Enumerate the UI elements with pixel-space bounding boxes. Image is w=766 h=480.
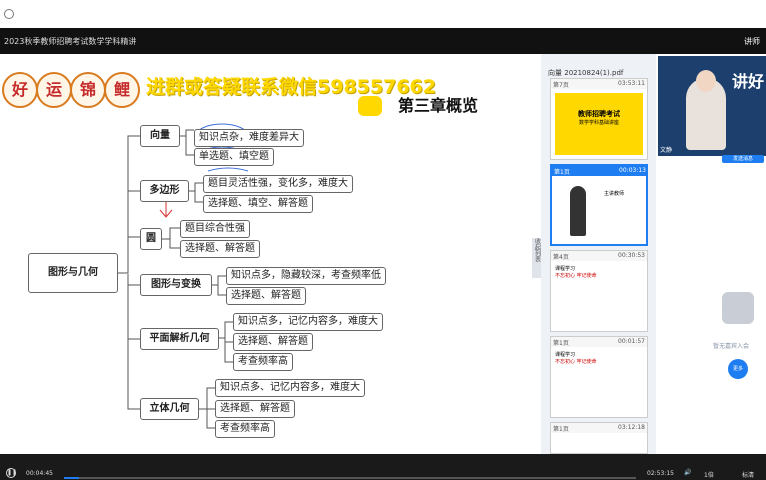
- total-time: 02:53:15: [647, 470, 674, 477]
- category-vector: 向量: [140, 125, 180, 147]
- player-control-bar: ❚❚ 00:04:45 02:53:15 🔊 1倍 标清: [0, 454, 766, 480]
- guest-avatar-placeholder: [722, 292, 754, 324]
- thumb-page-num: 第4页: [553, 254, 569, 261]
- send-message-button[interactable]: 发送消息: [722, 155, 764, 163]
- category-circle: 圆: [140, 228, 162, 250]
- thumb-title: 课程学习: [555, 352, 576, 358]
- leaf-polygon-2: 选择题、填空、解答题: [203, 195, 313, 213]
- speed-selector[interactable]: 1倍: [704, 470, 714, 479]
- video-overlay-text: 讲好: [731, 72, 764, 91]
- thumb-preview: 主讲教师: [556, 180, 642, 240]
- leaf-transform-1: 知识点多，隐藏较深，考查频率低: [226, 267, 386, 285]
- category-transform: 图形与变换: [140, 274, 212, 296]
- volume-icon[interactable]: 🔊: [684, 469, 691, 476]
- thumb-time: 00:30:53: [618, 252, 645, 259]
- category-solid-geometry: 立体几何: [140, 398, 199, 420]
- course-title: 2023秋季教师招聘考试数学学科精讲: [4, 37, 137, 46]
- leaf-solid-3: 考查频率高: [215, 420, 275, 438]
- thumb-page-num: 第7页: [553, 82, 569, 89]
- thumb-page-num: 第1页: [554, 169, 570, 176]
- thumb-time: 03:53:11: [618, 80, 645, 87]
- page-thumbnail[interactable]: 第4页 00:30:53 课程学习 不忘初心 牢记使命: [550, 250, 648, 332]
- teacher-head: [696, 70, 716, 92]
- window-title-bar: 2023秋季教师招聘考试数学学科精讲 讲师: [0, 28, 766, 54]
- leaf-polygon-1: 题目灵活性强，变化多，难度大: [203, 175, 353, 193]
- page-thumbnail[interactable]: 第7页 03:53:11 教师招聘考试 数学学科基础讲座: [550, 78, 648, 160]
- thumb-title: 教师招聘考试: [578, 110, 620, 118]
- leaf-analytic-1: 知识点多，记忆内容多，难度大: [233, 313, 383, 331]
- slide-canvas: 好 运 锦 鲤 进群或答疑联系微信598557662 第三章概览 图形与几何 向…: [0, 54, 540, 454]
- thumb-title: 课程学习: [555, 266, 576, 272]
- page-thumbnail-active[interactable]: 第1页 00:03:13 主讲教师: [550, 164, 648, 246]
- progress-fill: [64, 477, 80, 479]
- teacher-figure: [570, 186, 586, 236]
- thumb-time: 00:01:57: [618, 338, 645, 345]
- thumb-subtitle: 不忘初心 牢记使命: [555, 273, 597, 279]
- thumb-time: 00:03:13: [619, 167, 646, 174]
- thumb-subtitle: 不忘初心 牢记使命: [555, 359, 597, 365]
- no-guest-label: 暂无嘉宾入会: [713, 343, 750, 350]
- file-name: 20210824(1).pdf: [564, 69, 624, 77]
- file-label: 向量: [548, 69, 562, 77]
- thumb-subtitle: 数学学科基础讲座: [578, 120, 619, 126]
- thumb-preview: 课程学习 不忘初心 牢记使命: [555, 265, 643, 327]
- more-button[interactable]: 更多: [728, 359, 748, 379]
- thumb-page-num: 第1页: [553, 340, 569, 347]
- mindmap-root: 图形与几何: [28, 253, 118, 293]
- titlebar-right-label[interactable]: 讲师: [744, 36, 760, 47]
- category-polygon: 多边形: [140, 180, 189, 202]
- leaf-analytic-2: 选择题、解答题: [233, 333, 313, 351]
- leaf-vector-1: 知识点杂，难度差异大: [194, 129, 304, 147]
- thumb-preview: 教师招聘考试 数学学科基础讲座: [555, 93, 643, 155]
- thumb-page-num: 第1页: [553, 426, 569, 433]
- teacher-name: 文静: [660, 147, 673, 154]
- leaf-analytic-3: 考查频率高: [233, 353, 293, 371]
- leaf-solid-1: 知识点多、记忆内容多，难度大: [215, 379, 365, 397]
- leaf-circle-1: 题目综合性强: [180, 220, 250, 238]
- app-icon[interactable]: [4, 9, 14, 19]
- file-header[interactable]: 向量 20210824(1).pdf: [548, 68, 623, 78]
- category-analytic-geometry: 平面解析几何: [140, 328, 219, 350]
- top-bar: [0, 0, 766, 28]
- thumb-title: 主讲教师: [604, 191, 625, 197]
- progress-bar[interactable]: [64, 477, 636, 479]
- quality-selector[interactable]: 标清: [742, 470, 754, 479]
- leaf-circle-2: 选择题、解答题: [180, 240, 260, 258]
- leaf-solid-2: 选择题、解答题: [215, 400, 295, 418]
- thumb-time: 03:12:18: [618, 424, 645, 431]
- page-thumbnail[interactable]: 第1页 00:01:57 课程学习 不忘初心 牢记使命: [550, 336, 648, 418]
- play-pause-icon[interactable]: ❚❚: [6, 468, 17, 478]
- leaf-vector-2: 单选题、填空题: [194, 148, 274, 166]
- current-time: 00:04:45: [26, 470, 53, 477]
- teacher-video[interactable]: 讲好 文静: [658, 56, 766, 156]
- leaf-transform-2: 选择题、解答题: [226, 287, 306, 305]
- page-thumbnail[interactable]: 第1页 03:12:18: [550, 422, 648, 454]
- thumb-preview: 课程学习 不忘初心 牢记使命: [555, 351, 643, 413]
